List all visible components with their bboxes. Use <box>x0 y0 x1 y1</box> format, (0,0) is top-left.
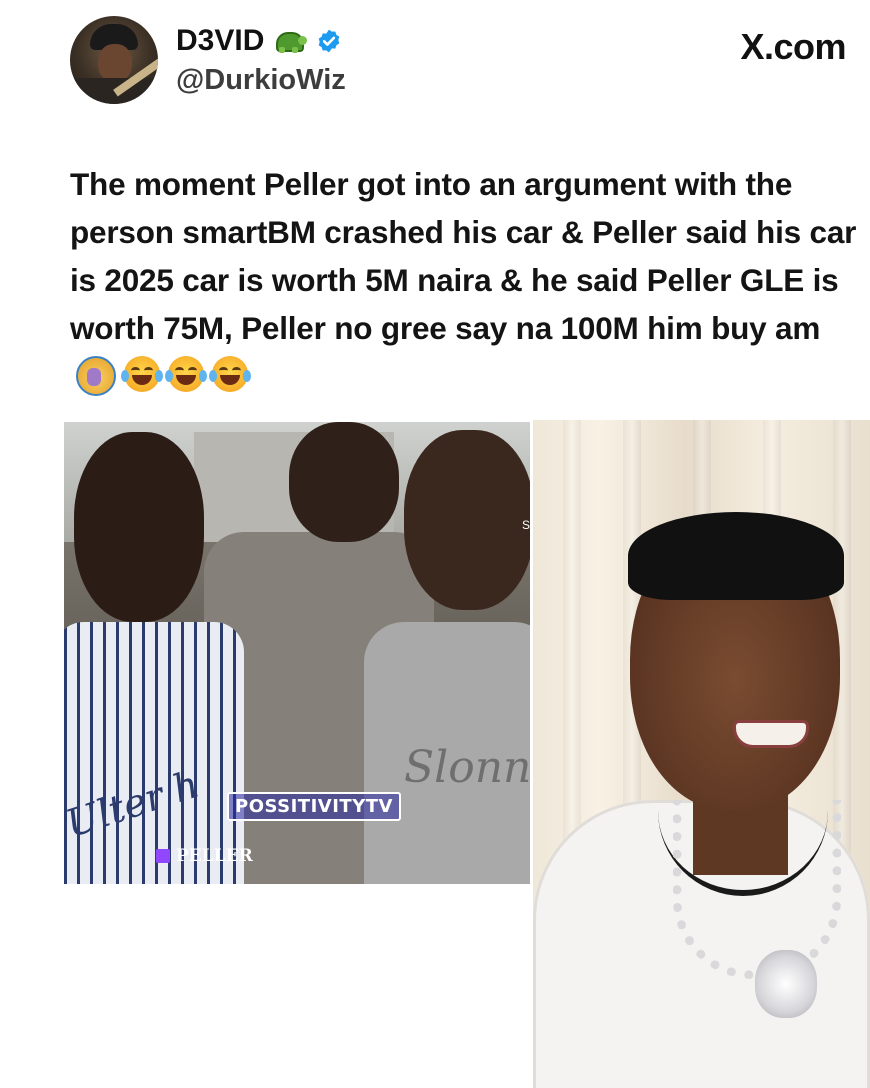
avatar[interactable] <box>70 16 158 104</box>
emoji-row <box>76 355 251 396</box>
joy-icon <box>121 355 163 392</box>
face-palm-icon <box>76 355 116 396</box>
portrait-hair <box>628 512 844 600</box>
site-label: X.com <box>740 26 846 67</box>
scene-person-head <box>404 430 530 610</box>
scene-person-head <box>74 432 204 622</box>
peller-tag-label: PELLER <box>176 846 253 866</box>
user-handle[interactable]: @DurkioWiz <box>176 64 346 97</box>
joy-icon <box>165 355 207 392</box>
display-name[interactable]: D3VID <box>176 24 264 58</box>
watermark: POSSITIVITYTV <box>227 792 401 821</box>
portrait-chain <box>673 800 841 979</box>
tweet-body: The moment Peller got into an argument w… <box>70 160 860 400</box>
edge-text: S <box>521 518 530 532</box>
tweet-text: The moment Peller got into an argument w… <box>70 166 857 346</box>
verified-badge-icon <box>319 29 340 53</box>
media-image-right[interactable] <box>533 420 870 1088</box>
media-image-left[interactable]: Slonn Ulter h S POSSITIVITYTV PELLER <box>64 422 530 884</box>
display-name-row[interactable]: D3VID <box>176 24 342 58</box>
joy-icon <box>209 355 251 392</box>
peller-tag: PELLER <box>156 846 253 866</box>
twitch-icon <box>156 849 170 863</box>
avatar-face <box>98 44 132 82</box>
scene-person-head <box>289 422 399 542</box>
turtle-icon <box>272 26 308 56</box>
tweet-card: D3VID @DurkioWiz X.com The moment Peller… <box>0 0 870 1088</box>
shirt-text: Slonn <box>404 742 530 793</box>
portrait-pendant <box>755 950 817 1018</box>
scene-person <box>64 622 244 884</box>
portrait-mouth <box>733 720 809 748</box>
